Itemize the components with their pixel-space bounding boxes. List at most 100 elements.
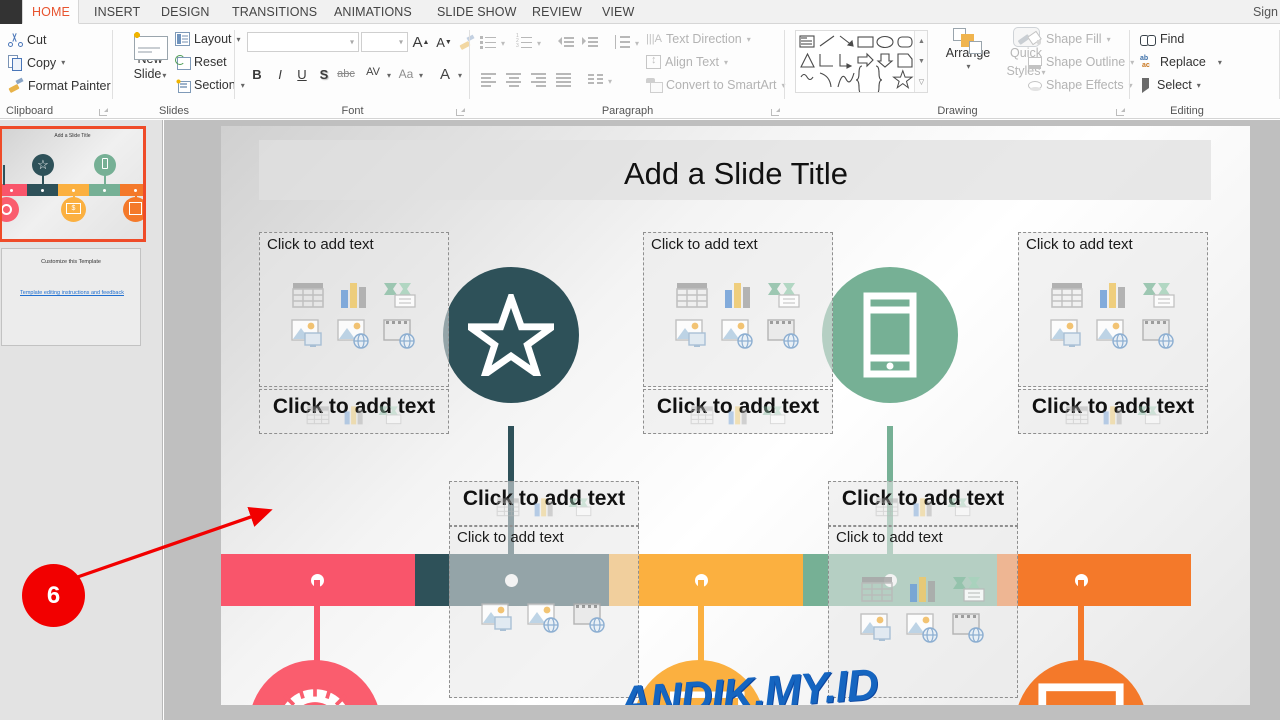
slides-thumbnail-panel[interactable]: Add a Slide Title ☆ $ Customize this Tem… — [0, 120, 163, 720]
font-color-button[interactable]: A — [435, 64, 455, 84]
slide-thumbnail-2-surface[interactable]: Customize this Template Template editing… — [1, 248, 141, 346]
insert-online-picture-icon[interactable] — [719, 315, 757, 351]
numbering-chevron-down-icon[interactable]: ▾ — [537, 39, 541, 48]
insert-video-icon[interactable] — [381, 315, 419, 351]
copy-button[interactable]: Copy ▾ — [8, 55, 65, 71]
paragraph-dialog-launcher[interactable] — [771, 107, 780, 116]
sign-in-button[interactable]: Sign — [1253, 0, 1278, 24]
shape-effects-button[interactable]: Shape Effects ▾ — [1028, 78, 1133, 92]
file-tab[interactable] — [0, 0, 22, 24]
insert-table-icon[interactable] — [1048, 277, 1086, 313]
insert-table-icon[interactable] — [687, 402, 717, 428]
cut-button[interactable]: Cut — [8, 32, 46, 47]
insert-table-icon[interactable] — [303, 402, 333, 428]
insert-chart-icon[interactable] — [1098, 402, 1128, 428]
insert-table-icon[interactable] — [858, 571, 896, 607]
title-placeholder-4-icons[interactable] — [493, 494, 595, 520]
align-text-button[interactable]: Align Text ▾ — [646, 54, 728, 69]
content-placeholder-5-icons[interactable] — [858, 571, 988, 645]
content-placeholder-4-icons[interactable] — [479, 599, 609, 635]
format-painter-button[interactable]: Format Painter — [8, 78, 111, 93]
slide-thumbnail-1-surface[interactable]: Add a Slide Title ☆ $ — [0, 126, 146, 242]
font-color-chevron-down-icon[interactable]: ▾ — [458, 71, 462, 80]
font-name-input[interactable]: ▾ — [247, 32, 359, 52]
insert-smartart-icon[interactable] — [950, 571, 988, 607]
text-shadow-button[interactable]: S — [314, 64, 334, 84]
change-case-chevron-down-icon[interactable]: ▾ — [419, 71, 423, 80]
insert-picture-icon[interactable] — [1048, 315, 1086, 351]
content-placeholder-3-icons[interactable] — [1048, 277, 1178, 351]
align-right-button[interactable] — [530, 72, 548, 88]
timeline-node-star[interactable] — [443, 267, 579, 403]
align-center-button[interactable] — [505, 72, 523, 88]
layout-button[interactable]: Layout ▾ — [175, 32, 241, 46]
title-placeholder-3[interactable]: Click to add text — [1018, 389, 1208, 434]
content-placeholder-1[interactable]: Click to add text — [259, 232, 449, 387]
content-placeholder-2[interactable]: Click to add text — [643, 232, 833, 387]
reset-button[interactable]: Reset — [175, 55, 227, 70]
insert-table-icon[interactable] — [1062, 402, 1092, 428]
title-placeholder-3-icons[interactable] — [1062, 402, 1164, 428]
tab-insert[interactable]: INSERT — [85, 0, 149, 24]
insert-table-icon[interactable] — [493, 494, 523, 520]
font-name-chevron-down-icon[interactable]: ▾ — [350, 38, 354, 47]
insert-chart-icon[interactable] — [723, 402, 753, 428]
tab-animations[interactable]: ANIMATIONS — [325, 0, 421, 24]
strikethrough-button[interactable]: abc — [336, 64, 356, 84]
insert-video-icon[interactable] — [571, 599, 609, 635]
tab-review[interactable]: REVIEW — [523, 0, 591, 24]
shape-fill-chevron-down-icon[interactable]: ▾ — [1107, 35, 1111, 44]
title-placeholder-1[interactable]: Click to add text — [259, 389, 449, 434]
tab-design[interactable]: DESIGN — [152, 0, 219, 24]
timeline-node-portrait[interactable] — [1015, 660, 1147, 705]
replace-chevron-down-icon[interactable]: ▾ — [1218, 58, 1222, 67]
increase-indent-button[interactable] — [582, 34, 600, 50]
line-spacing-chevron-down-icon[interactable]: ▾ — [635, 39, 639, 48]
font-dialog-launcher[interactable] — [456, 107, 465, 116]
align-text-chevron-down-icon[interactable]: ▾ — [724, 58, 728, 67]
font-size-input[interactable]: ▾ — [361, 32, 408, 52]
shape-outline-button[interactable]: Shape Outline ▾ — [1028, 55, 1134, 69]
find-button[interactable]: Find — [1140, 32, 1184, 46]
insert-picture-icon[interactable] — [289, 315, 327, 351]
bullets-button[interactable] — [480, 34, 498, 50]
decrease-indent-button[interactable] — [558, 34, 576, 50]
title-placeholder-5-icons[interactable] — [872, 494, 974, 520]
insert-smartart-icon[interactable] — [759, 402, 789, 428]
insert-chart-icon[interactable] — [529, 494, 559, 520]
insert-picture-icon[interactable] — [673, 315, 711, 351]
insert-video-icon[interactable] — [1140, 315, 1178, 351]
insert-chart-icon[interactable] — [339, 402, 369, 428]
columns-chevron-down-icon[interactable]: ▾ — [608, 77, 612, 86]
title-placeholder-1-icons[interactable] — [303, 402, 405, 428]
title-placeholder-2[interactable]: Click to add text — [643, 389, 833, 434]
insert-video-icon[interactable] — [765, 315, 803, 351]
character-spacing-button[interactable]: AV — [361, 62, 385, 82]
font-size-chevron-down-icon[interactable]: ▾ — [399, 38, 403, 47]
slide-thumbnail-2-link[interactable]: Template editing instructions and feedba… — [16, 289, 128, 297]
insert-chart-icon[interactable] — [908, 494, 938, 520]
insert-table-icon[interactable] — [673, 277, 711, 313]
convert-to-smartart-button[interactable]: Convert to SmartArt ▾ — [646, 78, 785, 93]
insert-smartart-icon[interactable] — [381, 277, 419, 313]
insert-smartart-icon[interactable] — [565, 494, 595, 520]
shapes-scroll-down-icon[interactable]: ▼ — [915, 51, 928, 71]
columns-button[interactable] — [587, 72, 605, 88]
insert-online-picture-icon[interactable] — [335, 315, 373, 351]
slide-thumbnail-1[interactable]: Add a Slide Title ☆ $ — [0, 126, 146, 242]
timeline-node-gear[interactable] — [249, 660, 381, 705]
shapes-gallery[interactable]: ▲ ▼ ▽ — [795, 30, 928, 93]
insert-picture-icon[interactable] — [858, 609, 896, 645]
tab-home[interactable]: HOME — [22, 0, 79, 24]
select-chevron-down-icon[interactable]: ▾ — [1197, 81, 1201, 90]
numbering-button[interactable]: 1 2 3 — [516, 34, 534, 50]
italic-button[interactable]: I — [270, 64, 290, 84]
justify-button[interactable] — [555, 72, 573, 88]
quick-styles-chevron-down-icon[interactable]: ▾ — [1042, 68, 1046, 77]
underline-button[interactable]: U — [292, 64, 312, 84]
arrange-chevron-down-icon[interactable]: ▾ — [939, 62, 998, 71]
insert-chart-icon[interactable] — [1094, 277, 1132, 313]
shapes-scroll-up-icon[interactable]: ▲ — [915, 31, 928, 51]
bold-button[interactable]: B — [247, 64, 267, 84]
decrease-font-size-button[interactable]: A ▼ — [434, 32, 454, 52]
